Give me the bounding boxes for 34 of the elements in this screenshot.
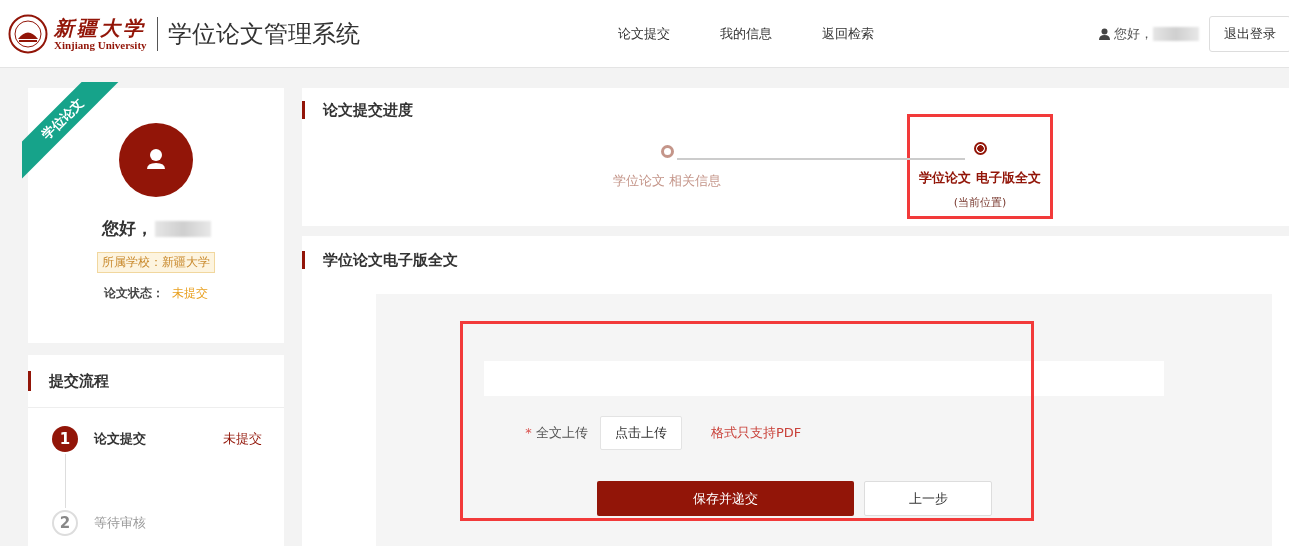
section-title: 论文提交进度 [302, 101, 413, 119]
status-value: 未提交 [172, 285, 208, 302]
university-logo-text: 新疆大学 [54, 16, 147, 39]
step-note: (当前位置) [953, 195, 1007, 210]
step-label: 学位论文 相关信息 [612, 172, 722, 190]
back-button[interactable]: 上一步 [864, 481, 992, 516]
university-name: Xinjiang University [54, 38, 147, 51]
profile-greeting: 您好， [101, 217, 153, 240]
format-hint: 格式只支持PDF [711, 424, 802, 442]
section-title: 提交流程 [28, 371, 109, 391]
school-tag: 所属学校：新疆大学 [97, 252, 215, 273]
step-status: 未提交 [223, 430, 262, 448]
step-number: 1 [52, 426, 78, 452]
upload-button[interactable]: 点击上传 [600, 416, 682, 450]
logout-button[interactable]: 退出登录 [1209, 15, 1289, 52]
field-label: 全文上传 [536, 425, 588, 440]
step-label: 等待审核 [94, 514, 146, 532]
nav-link[interactable]: 论文提交 [617, 20, 670, 47]
submit-button[interactable]: 保存并递交 [597, 481, 854, 516]
redaction-blur [154, 220, 211, 237]
user-icon [1099, 27, 1110, 40]
avatar-icon [119, 123, 193, 197]
step-label: 学位论文 电子版全文 [919, 169, 1041, 187]
status-label: 论文状态： [104, 285, 164, 302]
university-seal-icon [8, 13, 48, 54]
user-greeting: 您好， [1114, 24, 1153, 43]
required-mark: * [525, 425, 532, 440]
nav-link[interactable]: 我的信息 [719, 20, 772, 47]
nav-link[interactable]: 返回检索 [821, 20, 874, 47]
system-title: 学位论文管理系统 [167, 18, 360, 50]
redaction-blur [1153, 26, 1199, 41]
step-label: 论文提交 [94, 430, 146, 448]
step-number: 2 [52, 510, 78, 536]
section-title: 学位论文电子版全文 [302, 251, 458, 269]
